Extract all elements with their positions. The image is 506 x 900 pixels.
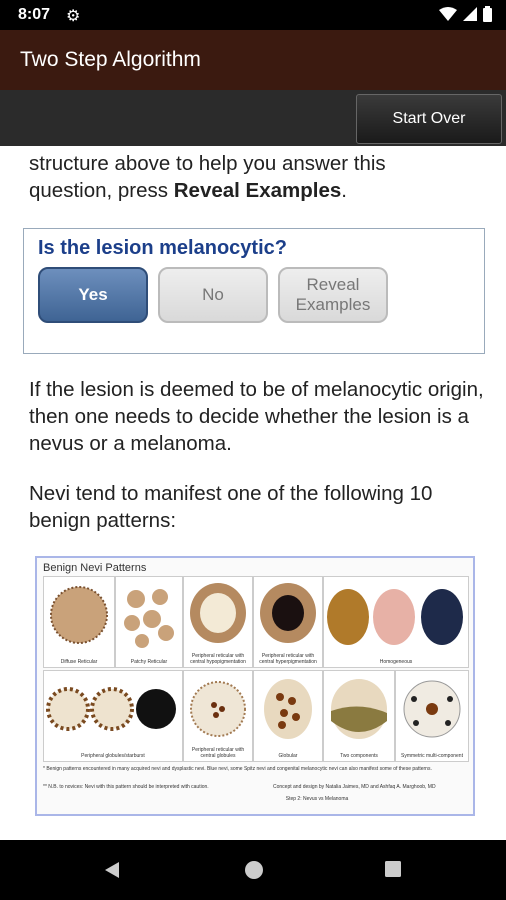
- patchy-reticular-illustration: [124, 589, 174, 648]
- caption: Diffuse Reticular: [60, 659, 98, 665]
- benign-nevi-patterns-image: Benign Nevi Patterns Diffuse Reticular P…: [35, 556, 475, 816]
- caption: Peripheral reticular with central hypopi…: [190, 653, 246, 665]
- yes-button[interactable]: Yes: [38, 267, 148, 323]
- pattern-two-components: Two components: [323, 670, 395, 762]
- peripheral-globules-illustration: [46, 687, 176, 731]
- reveal-examples-button[interactable]: Reveal Examples: [278, 267, 388, 323]
- intro-text: structure above to help you answer this …: [29, 150, 489, 204]
- pattern-homogeneous: Homogeneous: [323, 576, 469, 668]
- navigation-bar: [0, 840, 506, 900]
- signal-icon: [463, 7, 477, 21]
- no-button[interactable]: No: [158, 267, 268, 323]
- intro-line2-prefix: question, press: [29, 179, 174, 202]
- reveal-label-line2: Examples: [295, 295, 371, 314]
- caption: Peripheral reticular with central hyperp…: [259, 653, 317, 665]
- status-bar: 8:07 ⚙: [0, 0, 506, 30]
- paragraph-melanocytic: If the lesion is deemed to be of melanoc…: [29, 378, 484, 455]
- globular-illustration: [264, 679, 312, 739]
- figure-credit: Concept and design by Natalia Jaimes, MD…: [273, 784, 436, 790]
- figure-note-2: ** N.B. to novices: Nevi with this patte…: [43, 784, 209, 790]
- figure-title: Benign Nevi Patterns: [43, 562, 147, 574]
- symmetric-multicomponent-illustration: [403, 680, 461, 738]
- content-area[interactable]: structure above to help you answer this …: [0, 146, 506, 840]
- pattern-peripheral-reticular-central-globules: Peripheral reticular with central globul…: [183, 670, 253, 762]
- caption: Peripheral reticular with central globul…: [191, 747, 245, 759]
- home-icon[interactable]: [244, 860, 264, 880]
- paragraph-benign-patterns: Nevi tend to manifest one of the followi…: [29, 482, 433, 532]
- reveal-label-line1: Reveal: [306, 275, 360, 294]
- pattern-peripheral-reticular-hyper: Peripheral reticular with central hyperp…: [253, 576, 323, 668]
- caption: Symmetric multi-component: [401, 753, 463, 759]
- pattern-diffuse-reticular: Diffuse Reticular: [43, 576, 115, 668]
- pattern-symmetric-multicomponent: Symmetric multi-component: [395, 670, 469, 762]
- reticular-central-globules-illustration: [190, 681, 246, 737]
- two-components-illustration: [331, 679, 387, 739]
- intro-reveal-bold: Reveal Examples: [173, 179, 342, 202]
- caption: Peripheral globules/starburst: [81, 753, 145, 759]
- status-icons: [439, 6, 492, 22]
- caption: Homogeneous: [379, 659, 413, 665]
- diffuse-reticular-illustration: [50, 586, 108, 644]
- back-icon[interactable]: [102, 860, 122, 880]
- figure-step-label: Step 2: Nevus vs Melanoma: [285, 796, 349, 802]
- question-box: Is the lesion melanocytic? Yes No Reveal…: [23, 228, 485, 354]
- gear-icon: ⚙: [66, 8, 81, 25]
- toolbar: Start Over: [0, 90, 506, 146]
- homogeneous-illustration: [327, 589, 463, 645]
- app-bar: Two Step Algorithm: [0, 30, 506, 90]
- peripheral-reticular-hypo-illustration: [190, 583, 246, 643]
- battery-icon: [483, 6, 492, 22]
- status-time: 8:07: [18, 6, 51, 23]
- caption: Two components: [340, 753, 378, 759]
- caption: Patchy Reticular: [130, 659, 168, 665]
- wifi-icon: [439, 7, 457, 21]
- app-title: Two Step Algorithm: [20, 48, 201, 71]
- pattern-globular: Globular: [253, 670, 323, 762]
- start-over-button[interactable]: Start Over: [356, 94, 502, 144]
- pattern-peripheral-globules-starburst: Peripheral globules/starburst: [43, 670, 183, 762]
- peripheral-reticular-hyper-illustration: [260, 583, 316, 643]
- recents-icon[interactable]: [384, 860, 402, 878]
- pattern-peripheral-reticular-hypo: Peripheral reticular with central hypopi…: [183, 576, 253, 668]
- figure-note-1: * Benign patterns encountered in many ac…: [43, 766, 432, 772]
- intro-line1: structure above to help you answer this: [29, 152, 386, 175]
- intro-line2-suffix: .: [341, 179, 347, 202]
- question-title: Is the lesion melanocytic?: [38, 237, 287, 259]
- caption: Globular: [278, 753, 298, 759]
- pattern-patchy-reticular: Patchy Reticular: [115, 576, 183, 668]
